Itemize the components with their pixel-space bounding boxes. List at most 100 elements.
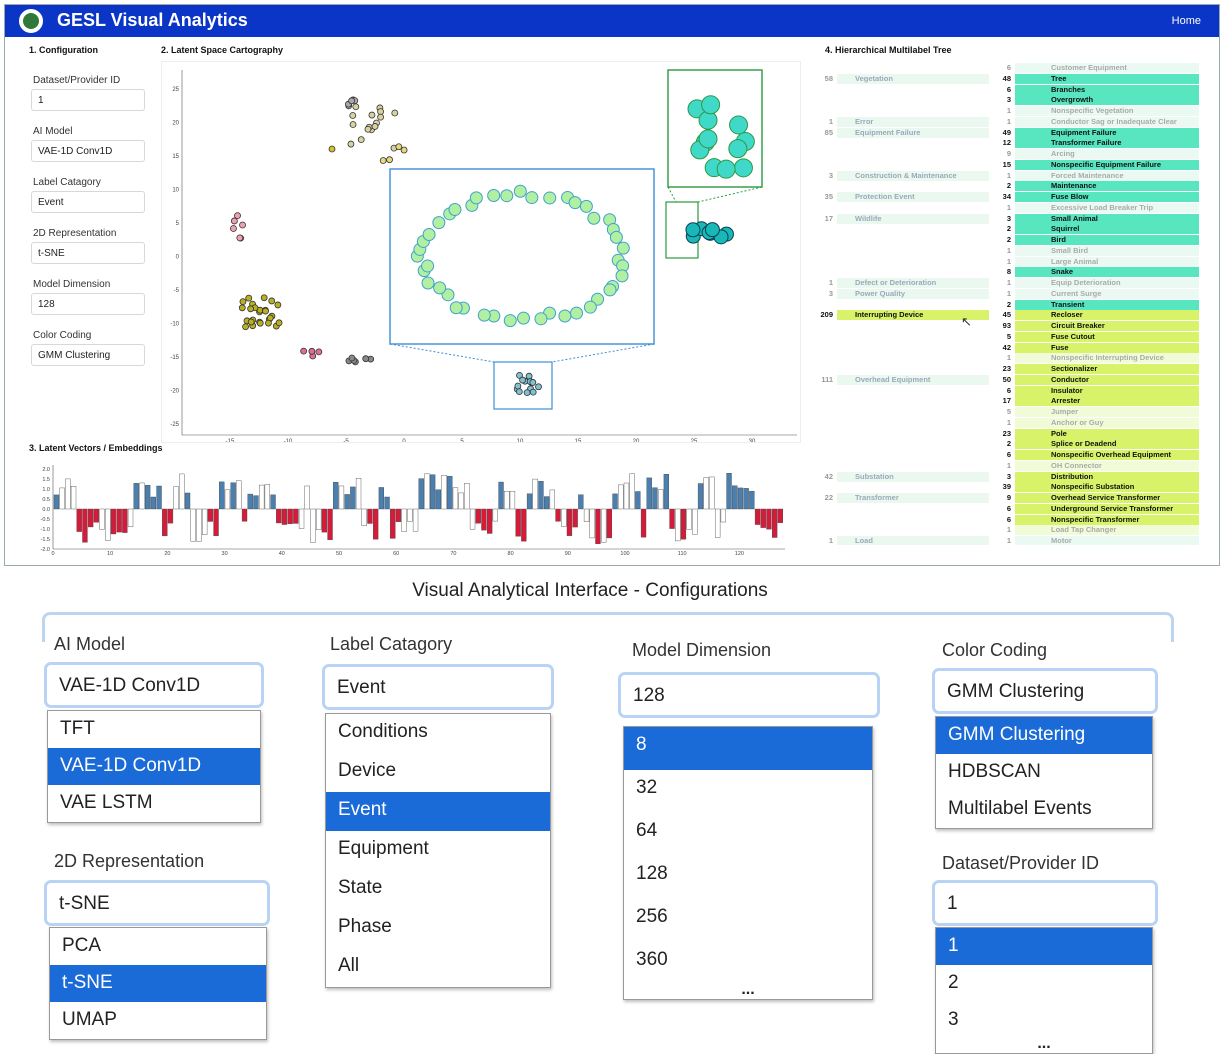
model_dimension-option[interactable]: 256 bbox=[624, 899, 872, 942]
config-select[interactable]: VAE-1D Conv1D bbox=[31, 140, 145, 162]
color_coding-option[interactable]: HDBSCAN bbox=[936, 754, 1152, 791]
tree-child-node[interactable]: Tree bbox=[1015, 73, 1199, 84]
dataset-option[interactable]: 1 bbox=[936, 928, 1152, 965]
tree-parent-node[interactable]: Power Quality bbox=[837, 288, 989, 299]
tree-child-node[interactable]: Branches bbox=[1015, 84, 1199, 95]
model_dimension-option[interactable]: 64 bbox=[624, 813, 872, 856]
tree-child-node[interactable]: Nonspecific Interrupting Device bbox=[1015, 353, 1199, 364]
tree-child-node[interactable]: Fuse Cutout bbox=[1015, 331, 1199, 342]
tree-parent-node[interactable]: Load bbox=[837, 536, 989, 545]
config-select[interactable]: 1 bbox=[31, 89, 145, 111]
tree-child-node[interactable]: Load Tap Changer bbox=[1015, 525, 1199, 536]
config-select[interactable]: Event bbox=[31, 191, 145, 213]
tree-parent-node[interactable]: Wildlife bbox=[837, 213, 989, 224]
label_category-option[interactable]: Conditions bbox=[326, 714, 550, 753]
tree-child-node[interactable]: Nonspecific Vegetation bbox=[1015, 106, 1199, 116]
representation-option[interactable]: t-SNE bbox=[50, 965, 266, 1002]
tree-child-node[interactable]: Underground Service Transformer bbox=[1015, 503, 1199, 514]
tree-child-node[interactable]: Splice or Deadend bbox=[1015, 439, 1199, 450]
tree-child-node[interactable]: Small Animal bbox=[1015, 213, 1199, 224]
model_dimension-option[interactable]: 32 bbox=[624, 770, 872, 813]
tree-child-node[interactable]: Arrester bbox=[1015, 396, 1199, 407]
tree-child-node[interactable]: Snake bbox=[1015, 267, 1199, 278]
tree-child-node[interactable]: Nonspecific Substation bbox=[1015, 482, 1199, 493]
color_coding-select[interactable]: GMM Clustering bbox=[932, 668, 1158, 714]
tree-child-node[interactable]: Equipment Failure bbox=[1015, 127, 1199, 138]
tree-child-node[interactable]: Sectionalizer bbox=[1015, 364, 1199, 374]
tree-child-node[interactable]: Fuse Blow bbox=[1015, 192, 1199, 202]
tree-child-node[interactable]: Pole bbox=[1015, 428, 1199, 439]
tree-child-node[interactable]: Transformer Failure bbox=[1015, 138, 1199, 149]
ai_model-select[interactable]: VAE-1D Conv1D bbox=[44, 662, 264, 708]
tree-child-count: 1 bbox=[1006, 170, 1011, 180]
label_category-option[interactable]: Phase bbox=[326, 909, 550, 948]
tree-child-node[interactable]: OH Connector bbox=[1015, 460, 1199, 471]
tree-child-node[interactable]: Large Animal bbox=[1015, 256, 1199, 267]
tree-parent-node[interactable]: Error bbox=[837, 116, 989, 127]
model_dimension-select[interactable]: 128 bbox=[618, 672, 880, 718]
ai_model-option[interactable]: VAE-1D Conv1D bbox=[48, 748, 260, 785]
ai_model-option[interactable]: TFT bbox=[48, 711, 260, 748]
tree-child-node[interactable]: Conductor bbox=[1015, 374, 1199, 385]
tree-child-node[interactable]: Insulator bbox=[1015, 385, 1199, 396]
tree-child-node[interactable]: Arcing bbox=[1015, 149, 1199, 159]
latent-bar bbox=[196, 508, 202, 542]
tree-parent-node[interactable]: Protection Event bbox=[837, 192, 989, 202]
tree-child-node[interactable]: Forced Maintenance bbox=[1015, 170, 1199, 181]
tree-child-node[interactable]: Overgrowth bbox=[1015, 95, 1199, 106]
tree-parent-node[interactable]: Overhead Equipment bbox=[837, 374, 989, 385]
tree-parent-node[interactable]: Construction & Maintenance bbox=[837, 170, 989, 181]
latent-space-map[interactable]: -15 -10 -5 0 5 10 15 20 25 30 25 20 15 10 5 0 -5 -10 -15 -2… bbox=[161, 61, 801, 443]
tree-child-node[interactable]: Overhead Service Transformer bbox=[1015, 493, 1199, 503]
tree-child-node[interactable]: Nonspecific Overhead Equipment bbox=[1015, 450, 1199, 460]
tree-child-node[interactable]: Motor bbox=[1015, 536, 1199, 545]
tree-child-node[interactable]: Distribution bbox=[1015, 471, 1199, 482]
label_category-option[interactable]: Device bbox=[326, 753, 550, 792]
tree-child-node[interactable]: Fuse bbox=[1015, 342, 1199, 353]
config-select[interactable]: t-SNE bbox=[31, 242, 145, 264]
tree-parent-node[interactable]: Substation bbox=[837, 471, 989, 482]
tree-child-node[interactable]: Current Surge bbox=[1015, 288, 1199, 299]
representation-select[interactable]: t-SNE bbox=[44, 880, 270, 926]
tree-child-node[interactable]: Customer Equipment bbox=[1015, 63, 1199, 73]
model_dimension-option[interactable]: 128 bbox=[624, 856, 872, 899]
tree-child-node[interactable]: Equip Deterioration bbox=[1015, 278, 1199, 288]
dataset-select[interactable]: 1 bbox=[932, 880, 1158, 926]
label_category-option[interactable]: Event bbox=[326, 792, 550, 831]
tree-child-node[interactable]: Anchor or Guy bbox=[1015, 417, 1199, 428]
tree-child-node[interactable]: Maintenance bbox=[1015, 181, 1199, 192]
tree-child-node[interactable]: Bird bbox=[1015, 235, 1199, 245]
model_dimension-option[interactable]: 8 bbox=[624, 727, 872, 770]
config-select[interactable]: 128 bbox=[31, 293, 145, 315]
color_coding-option[interactable]: GMM Clustering bbox=[936, 717, 1152, 754]
representation-option[interactable]: UMAP bbox=[50, 1002, 266, 1039]
representation-option[interactable]: PCA bbox=[50, 928, 266, 965]
home-link[interactable]: Home bbox=[1172, 15, 1201, 27]
color_coding-option[interactable]: Multilabel Events bbox=[936, 791, 1152, 828]
tree-child-node[interactable]: Small Bird bbox=[1015, 245, 1199, 256]
label_category-option[interactable]: All bbox=[326, 948, 550, 987]
tree-child-node[interactable]: Conductor Sag or Inadequate Clear bbox=[1015, 116, 1199, 127]
tree-parent-node[interactable]: Vegetation bbox=[837, 73, 989, 84]
tree-child-node[interactable]: Recloser bbox=[1015, 310, 1199, 321]
latent-bar bbox=[76, 508, 82, 532]
tree-parent-node[interactable]: Defect or Deterioration bbox=[837, 278, 989, 288]
tree-child-node[interactable]: Jumper bbox=[1015, 407, 1199, 417]
latent-bar bbox=[253, 495, 259, 510]
label_category-option[interactable]: Equipment bbox=[326, 831, 550, 870]
label_category-select[interactable]: Event bbox=[322, 664, 554, 710]
tree-child-node[interactable]: Nonspecific Equipment Failure bbox=[1015, 159, 1199, 170]
tree-parent-node[interactable]: Equipment Failure bbox=[837, 127, 989, 138]
tree-child-node[interactable]: Transient bbox=[1015, 299, 1199, 310]
tree-child-node[interactable]: Excessive Load Breaker Trip bbox=[1015, 202, 1199, 213]
dataset-option[interactable]: 3 bbox=[936, 1002, 1152, 1039]
ai_model-option[interactable]: VAE LSTM bbox=[48, 785, 260, 822]
config-select[interactable]: GMM Clustering bbox=[31, 344, 145, 366]
tree-child-node[interactable]: Nonspecific Transformer bbox=[1015, 514, 1199, 525]
tree-child-node[interactable]: Squirrel bbox=[1015, 224, 1199, 235]
label_category-option[interactable]: State bbox=[326, 870, 550, 909]
model_dimension-option[interactable]: 360 bbox=[624, 942, 872, 985]
tree-parent-node[interactable]: Transformer bbox=[837, 493, 989, 503]
dataset-option[interactable]: 2 bbox=[936, 965, 1152, 1002]
tree-child-node[interactable]: Circuit Breaker bbox=[1015, 321, 1199, 331]
